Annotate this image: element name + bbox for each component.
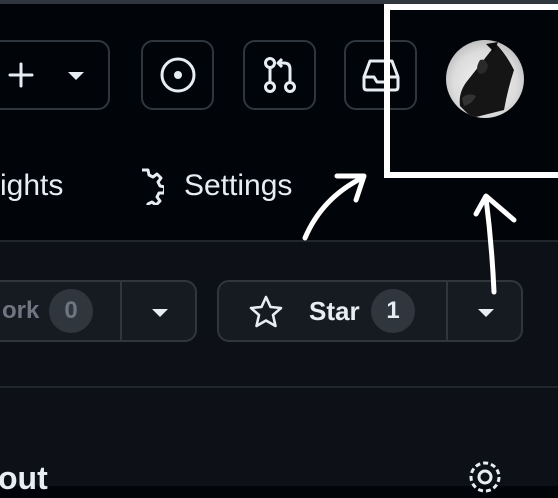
gear-icon <box>142 168 164 205</box>
plus-icon <box>8 62 34 88</box>
gear-icon[interactable] <box>466 458 504 496</box>
tab-settings[interactable]: Settings <box>126 164 306 208</box>
issues-button[interactable] <box>141 40 214 110</box>
arrow-left <box>302 175 365 241</box>
tab-insights-label: ights <box>0 169 64 202</box>
tab-settings-label: Settings <box>184 169 293 202</box>
git-pull-request-icon <box>264 57 296 93</box>
chevron-down-icon <box>152 309 168 317</box>
create-new-button[interactable] <box>0 40 110 110</box>
fork-button[interactable]: ork 0 <box>0 280 122 342</box>
tab-insights[interactable]: ights <box>0 168 63 204</box>
star-icon <box>249 295 283 328</box>
chevron-down-icon <box>68 72 84 80</box>
issue-opened-icon <box>160 57 196 93</box>
arrow-right-head <box>473 193 517 223</box>
section-divider <box>0 386 558 388</box>
star-button[interactable]: Star 1 <box>217 280 448 342</box>
star-dropdown-button[interactable] <box>446 280 523 342</box>
repo-content-area <box>0 242 558 486</box>
star-label: Star <box>309 296 360 326</box>
chevron-down-icon <box>478 309 494 317</box>
highlight-box <box>384 4 558 178</box>
pull-requests-button[interactable] <box>243 40 316 110</box>
star-count-badge: 1 <box>371 289 415 333</box>
about-heading: out <box>0 460 48 496</box>
arrow-left-head <box>334 173 367 203</box>
fork-count-badge: 0 <box>49 289 93 333</box>
fork-dropdown-button[interactable] <box>120 280 197 342</box>
fork-label: ork <box>2 297 40 324</box>
